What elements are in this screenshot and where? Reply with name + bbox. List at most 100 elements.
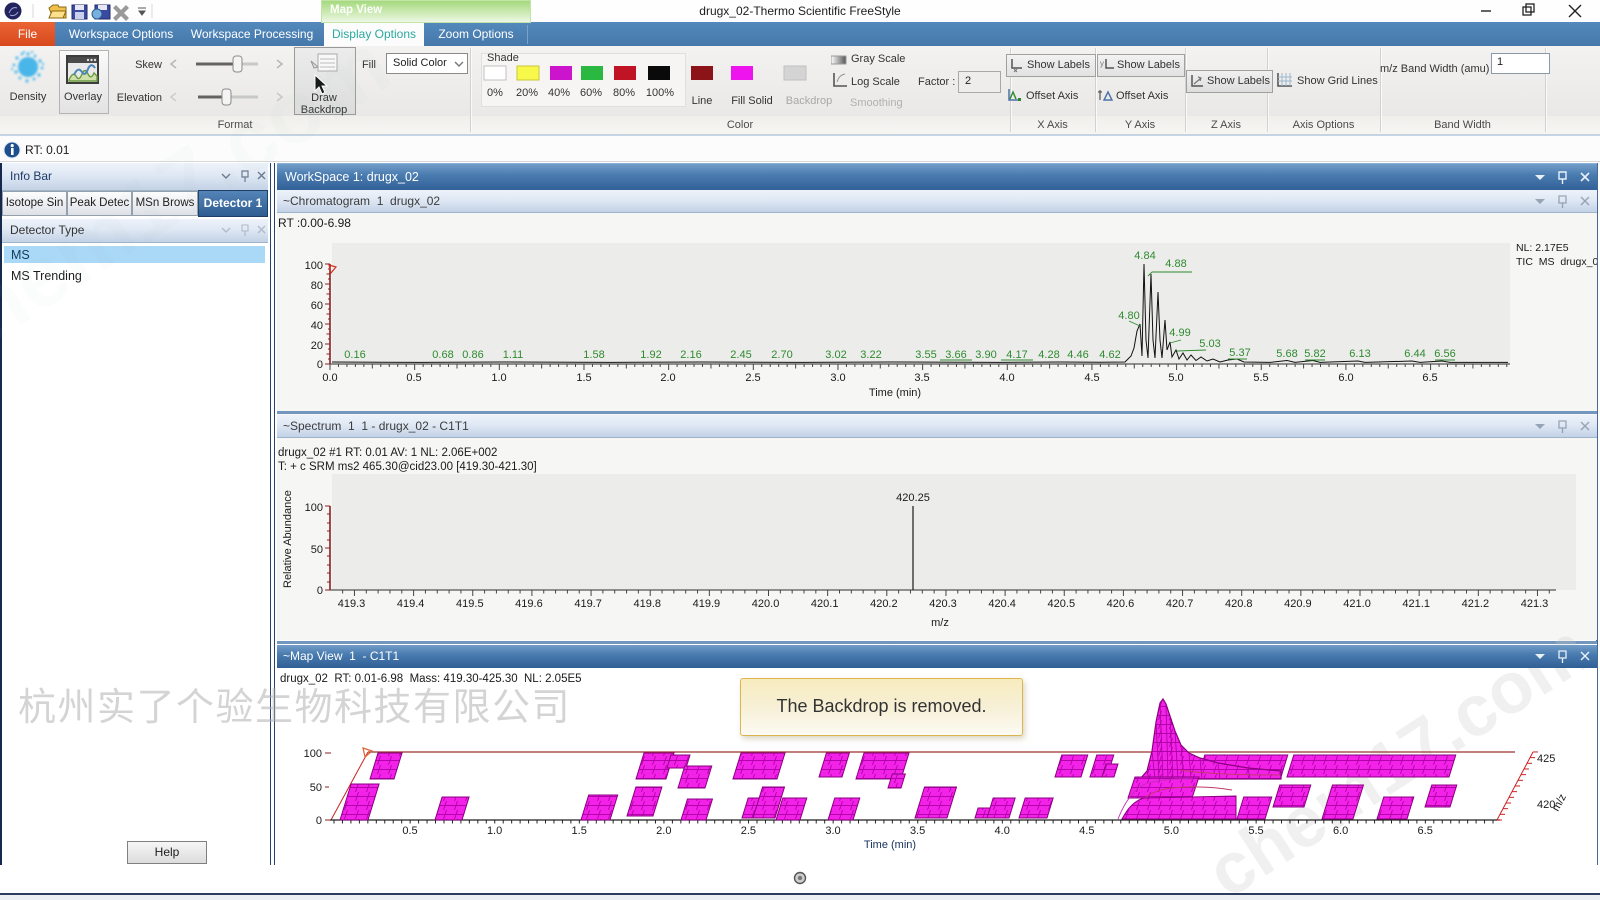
svg-text:421.2: 421.2 (1462, 598, 1490, 610)
svg-text:0.5: 0.5 (402, 825, 417, 837)
svg-text:421.1: 421.1 (1402, 598, 1430, 610)
svg-text:4.88: 4.88 (1165, 258, 1186, 270)
svg-text:60: 60 (311, 300, 323, 312)
svg-text:Time (min): Time (min) (864, 839, 916, 851)
svg-text:421.3: 421.3 (1521, 598, 1549, 610)
svg-text:4.80: 4.80 (1118, 310, 1139, 322)
svg-text:TIC MS drugx_02: TIC MS drugx_02 (1516, 256, 1597, 268)
svg-text:420.4: 420.4 (988, 598, 1016, 610)
svg-text:100: 100 (304, 748, 322, 760)
svg-text:3.90: 3.90 (975, 349, 996, 361)
svg-text:50: 50 (311, 544, 323, 556)
svg-text:421.0: 421.0 (1343, 598, 1371, 610)
svg-text:1.0: 1.0 (491, 372, 506, 384)
svg-text:50: 50 (310, 782, 322, 794)
svg-text:4.46: 4.46 (1067, 349, 1088, 361)
svg-text:3.66: 3.66 (945, 349, 966, 361)
svg-text:m/z: m/z (1550, 792, 1569, 813)
svg-text:420.2: 420.2 (870, 598, 898, 610)
svg-text:0.16: 0.16 (344, 349, 365, 361)
svg-text:2.5: 2.5 (745, 372, 760, 384)
svg-text:Time (min): Time (min) (869, 387, 921, 399)
svg-text:6.0: 6.0 (1333, 825, 1348, 837)
svg-text:100: 100 (305, 260, 323, 272)
svg-text:6.0: 6.0 (1338, 372, 1353, 384)
svg-text:420.0: 420.0 (752, 598, 780, 610)
svg-text:425: 425 (1537, 753, 1555, 765)
svg-text:4.84: 4.84 (1134, 250, 1155, 262)
svg-text:drugx_02 #1 RT: 0.01 AV: 1 NL:: drugx_02 #1 RT: 0.01 AV: 1 NL: 2.06E+002 (278, 447, 497, 459)
svg-text:0: 0 (316, 815, 322, 827)
svg-text:4.5: 4.5 (1084, 372, 1099, 384)
svg-text:419.3: 419.3 (338, 598, 366, 610)
svg-text:419.9: 419.9 (693, 598, 721, 610)
svg-text:6.5: 6.5 (1422, 372, 1437, 384)
svg-text:0.0: 0.0 (322, 372, 337, 384)
svg-text:NL: 2.17E5: NL: 2.17E5 (1516, 242, 1569, 254)
svg-text:420.3: 420.3 (929, 598, 957, 610)
svg-text:RT :0.00-6.98: RT :0.00-6.98 (278, 216, 351, 230)
svg-text:5.37: 5.37 (1229, 347, 1250, 359)
svg-text:2.5: 2.5 (741, 825, 756, 837)
svg-text:1.0: 1.0 (487, 825, 502, 837)
svg-text:4.5: 4.5 (1079, 825, 1094, 837)
svg-text:419.8: 419.8 (633, 598, 661, 610)
svg-text:2.45: 2.45 (730, 349, 751, 361)
svg-text:1.5: 1.5 (572, 825, 587, 837)
svg-text:5.5: 5.5 (1253, 372, 1268, 384)
svg-text:0: 0 (317, 359, 323, 371)
svg-text:0.68: 0.68 (432, 349, 453, 361)
svg-text:1.11: 1.11 (503, 349, 524, 361)
svg-text:y: y (1100, 59, 1104, 68)
svg-text:0.5: 0.5 (406, 372, 421, 384)
svg-text:4.62: 4.62 (1099, 349, 1120, 361)
svg-text:420.7: 420.7 (1166, 598, 1194, 610)
svg-text:420.9: 420.9 (1284, 598, 1312, 610)
svg-text:Relative Abundance: Relative Abundance (282, 490, 294, 588)
svg-text:3.02: 3.02 (825, 349, 846, 361)
svg-text:2.0: 2.0 (660, 372, 675, 384)
svg-text:3.22: 3.22 (860, 349, 881, 361)
svg-text:m/z: m/z (931, 617, 949, 629)
svg-text:3.5: 3.5 (910, 825, 925, 837)
svg-text:1.58: 1.58 (583, 349, 604, 361)
svg-text:5.0: 5.0 (1164, 825, 1179, 837)
svg-text:0: 0 (317, 585, 323, 597)
svg-text:6.5: 6.5 (1418, 825, 1433, 837)
svg-text:3.0: 3.0 (830, 372, 845, 384)
svg-text:4.0: 4.0 (995, 825, 1010, 837)
svg-text:420.5: 420.5 (1048, 598, 1076, 610)
svg-text:6.13: 6.13 (1349, 348, 1370, 360)
svg-text:1.92: 1.92 (640, 349, 661, 361)
svg-text:20: 20 (311, 340, 323, 352)
svg-text:5.68: 5.68 (1276, 348, 1297, 360)
svg-text:3.55: 3.55 (915, 349, 936, 361)
svg-text:5.82: 5.82 (1304, 348, 1325, 360)
svg-text:420.1: 420.1 (811, 598, 839, 610)
svg-text:4.99: 4.99 (1169, 327, 1190, 339)
svg-text:4.0: 4.0 (999, 372, 1014, 384)
svg-text:2.70: 2.70 (771, 349, 792, 361)
svg-text:6.44: 6.44 (1404, 348, 1425, 360)
svg-text:2.0: 2.0 (656, 825, 671, 837)
svg-text:40: 40 (311, 320, 323, 332)
svg-text:3.0: 3.0 (825, 825, 840, 837)
svg-text:3.5: 3.5 (914, 372, 929, 384)
svg-text:1.5: 1.5 (576, 372, 591, 384)
svg-text:420.6: 420.6 (1107, 598, 1135, 610)
svg-text:5.0: 5.0 (1168, 372, 1183, 384)
svg-text:T: + c SRM ms2 465.30@cid23.00: T: + c SRM ms2 465.30@cid23.00 [419.30-4… (278, 461, 537, 473)
svg-text:419.7: 419.7 (574, 598, 602, 610)
svg-text:420.8: 420.8 (1225, 598, 1253, 610)
svg-text:419.6: 419.6 (515, 598, 543, 610)
svg-text:5.5: 5.5 (1248, 825, 1263, 837)
svg-text:80: 80 (311, 280, 323, 292)
svg-text:4.28: 4.28 (1038, 349, 1059, 361)
svg-text:419.4: 419.4 (397, 598, 425, 610)
svg-text:5.03: 5.03 (1199, 338, 1220, 350)
svg-text:420.25: 420.25 (896, 492, 930, 504)
svg-text:2.16: 2.16 (680, 349, 701, 361)
svg-text:100: 100 (305, 502, 323, 514)
svg-text:4.17: 4.17 (1006, 349, 1027, 361)
svg-text:419.5: 419.5 (456, 598, 484, 610)
